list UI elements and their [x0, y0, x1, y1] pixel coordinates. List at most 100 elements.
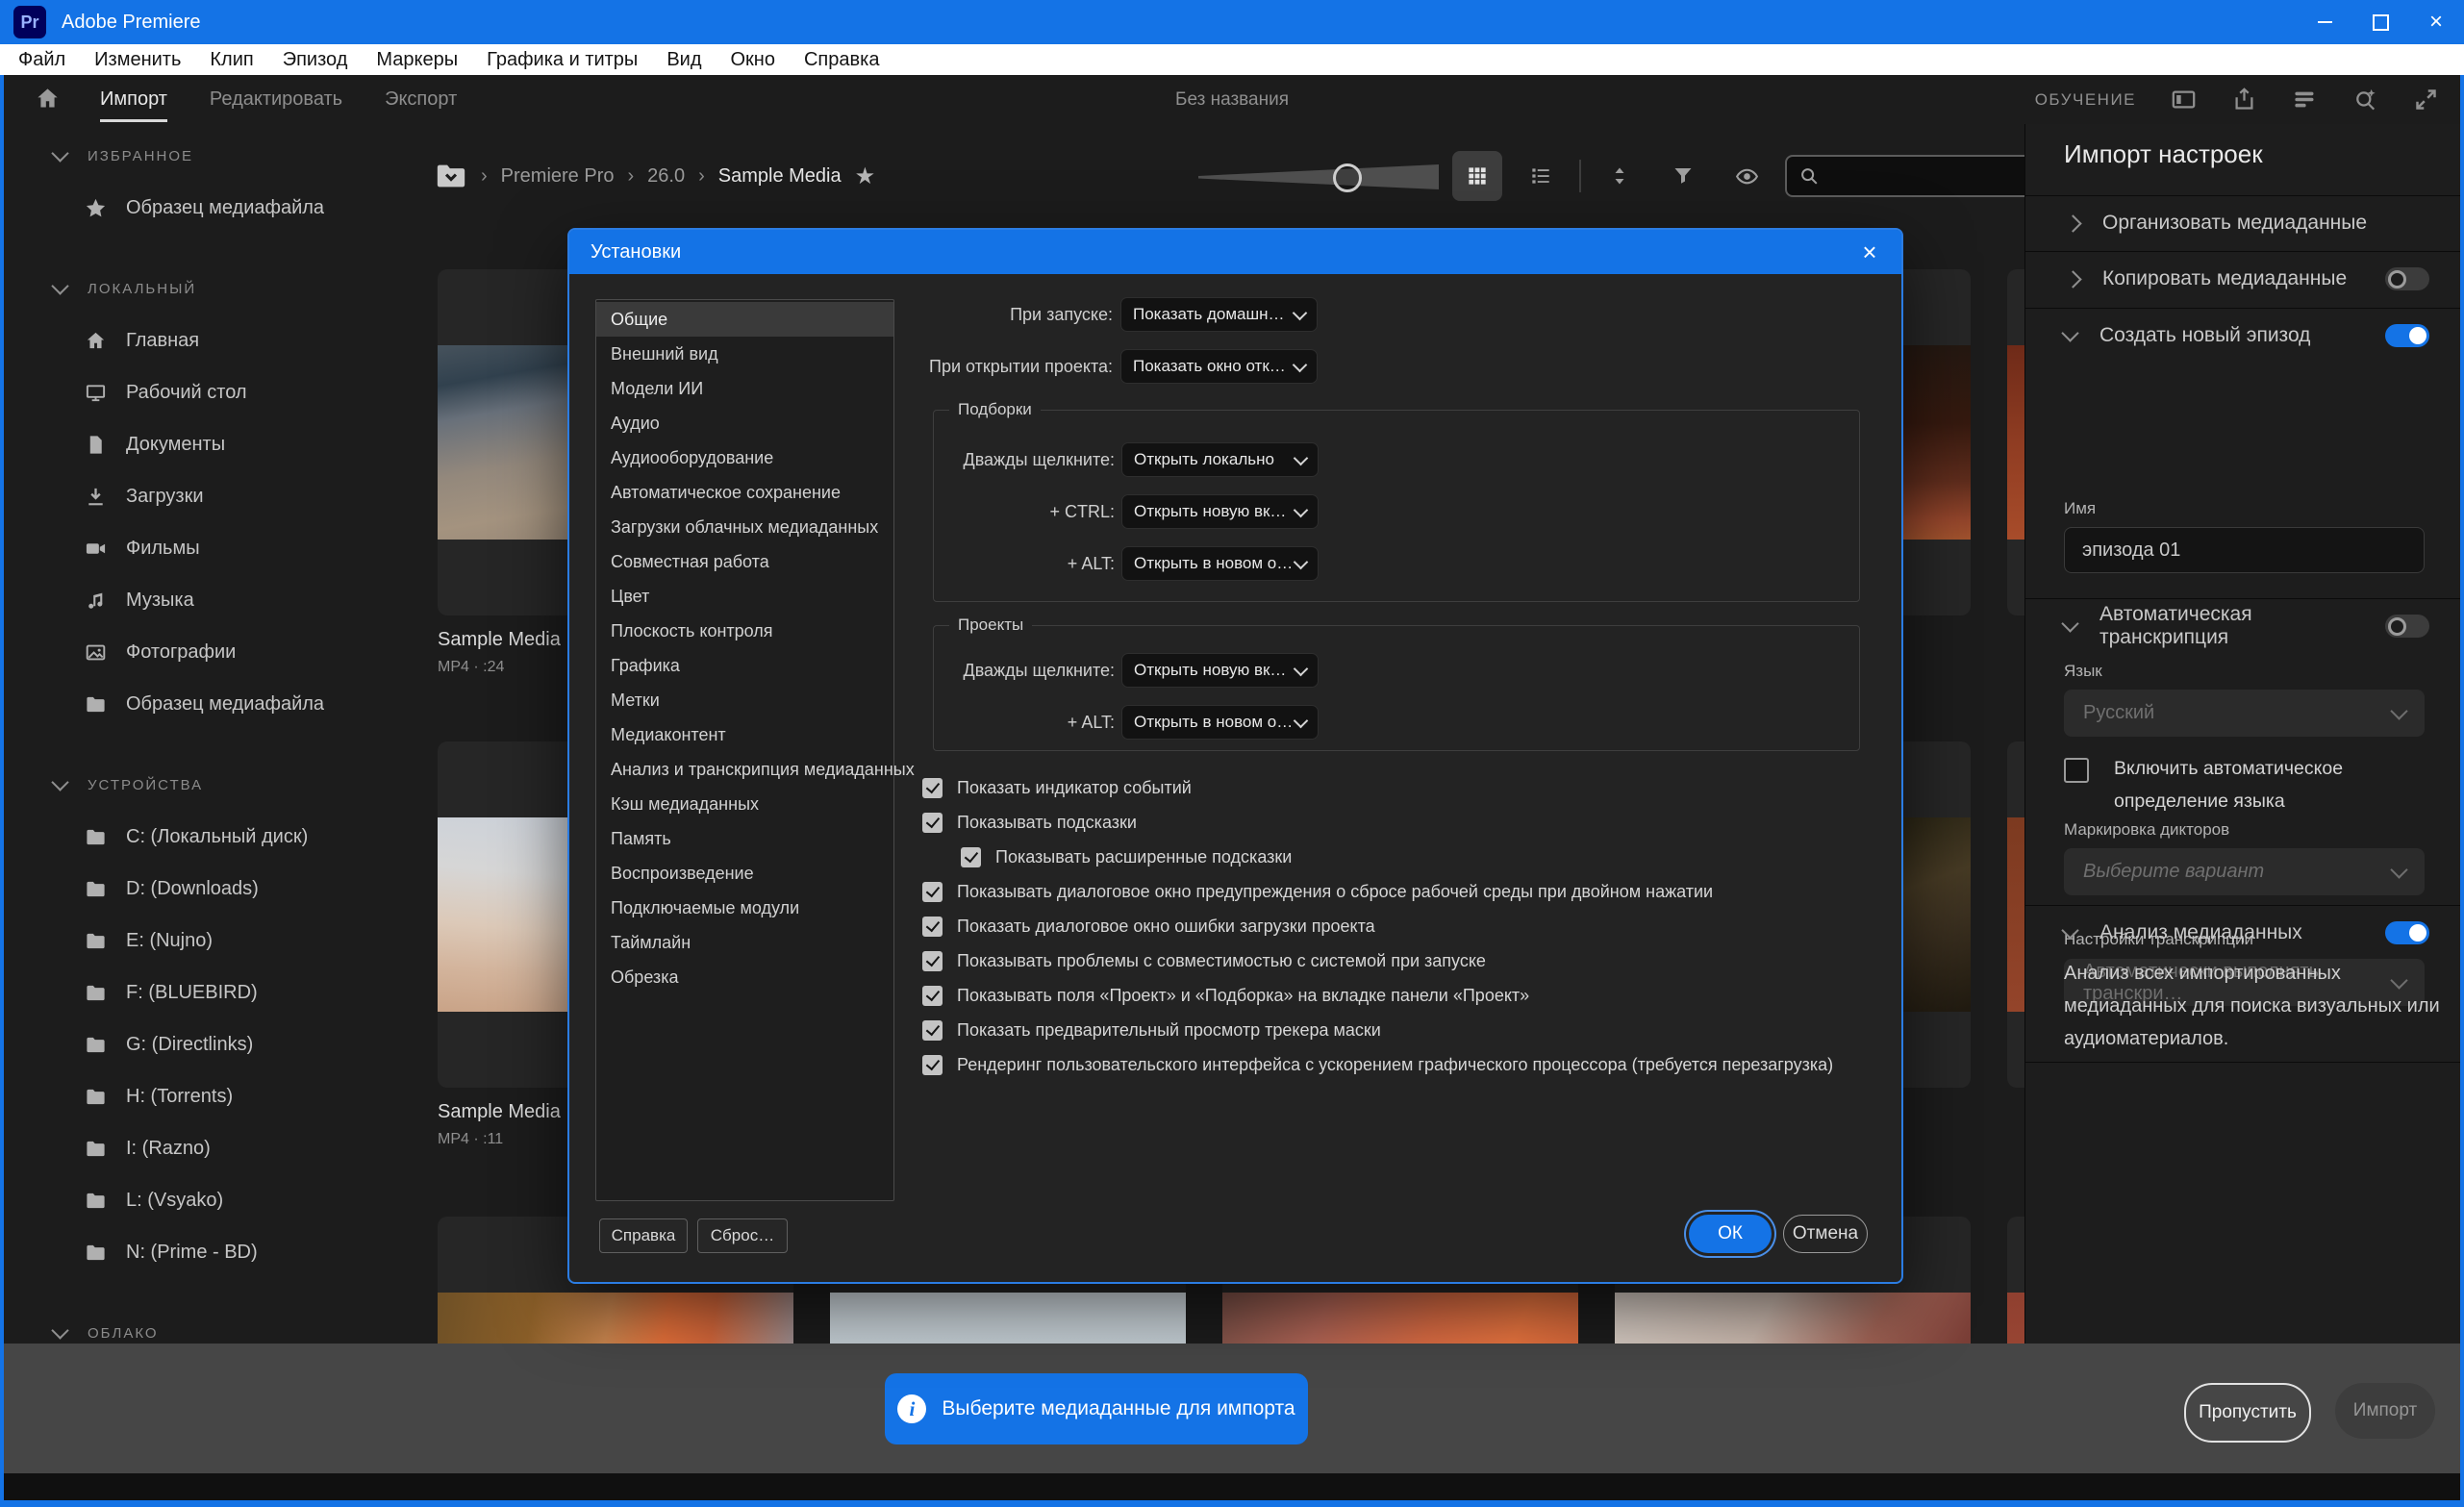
- checkbox-event-indicator[interactable]: Показать индикатор событий: [922, 770, 1192, 805]
- sidebar-item-drive-e[interactable]: E: (Nujno): [4, 915, 423, 967]
- category-plugins[interactable]: Подключаемые модули: [596, 891, 893, 925]
- sidebar-item-movies[interactable]: Фильмы: [4, 522, 423, 574]
- auto-detect-language-checkbox[interactable]: Включить автоматическое определение язык…: [2064, 752, 2424, 817]
- category-cloud-downloads[interactable]: Загрузки облачных медиаданных: [596, 510, 893, 544]
- sidebar-item-drive-f[interactable]: F: (BLUEBIRD): [4, 967, 423, 1018]
- skip-button[interactable]: Пропустить: [2184, 1383, 2311, 1443]
- minimize-button[interactable]: [2297, 0, 2352, 44]
- preview-visibility-button[interactable]: [1722, 151, 1772, 201]
- menu-edit[interactable]: Изменить: [80, 44, 195, 75]
- category-playback[interactable]: Воспроизведение: [596, 856, 893, 891]
- checkbox-workspace-reset-warning[interactable]: Показывать диалоговое окно предупреждени…: [922, 874, 1713, 909]
- startup-dropdown[interactable]: Показать домашн…: [1120, 297, 1318, 332]
- breadcrumb-version[interactable]: 26.0: [647, 165, 685, 188]
- sidebar-section-favorites[interactable]: ИЗБРАННОЕ: [4, 130, 423, 182]
- tab-export[interactable]: Экспорт: [385, 75, 457, 124]
- open-project-dropdown[interactable]: Показать окно отк…: [1120, 349, 1318, 384]
- home-icon[interactable]: [35, 86, 61, 112]
- sidebar-item-drive-c[interactable]: C: (Локальный диск): [4, 811, 423, 863]
- menu-file[interactable]: Файл: [4, 44, 80, 75]
- copy-media-section[interactable]: Копировать медиаданные: [2064, 251, 2429, 307]
- speaker-labeling-select[interactable]: Выберите вариант: [2064, 848, 2425, 895]
- sidebar-item-photos[interactable]: Фотографии: [4, 626, 423, 678]
- share-icon[interactable]: [2231, 87, 2257, 113]
- checkbox-project-bin-fields[interactable]: Показывать поля «Проект» и «Подборка» на…: [922, 978, 1529, 1013]
- auto-transcription-section[interactable]: Автоматическая транскрипция: [2064, 598, 2429, 654]
- category-auto-save[interactable]: Автоматическое сохранение: [596, 475, 893, 510]
- organize-media-section[interactable]: Организовать медиаданные: [2064, 195, 2429, 251]
- thumbnail-zoom-slider[interactable]: [1198, 139, 1439, 213]
- language-select[interactable]: Русский: [2064, 690, 2425, 737]
- projects-alt-dropdown[interactable]: Открыть в новом о…: [1121, 705, 1319, 740]
- sidebar-item-drive-h[interactable]: H: (Torrents): [4, 1070, 423, 1122]
- learn-button[interactable]: ОБУЧЕНИЕ: [2035, 90, 2136, 110]
- category-audio[interactable]: Аудио: [596, 406, 893, 440]
- checkbox-show-tooltips[interactable]: Показывать подсказки: [922, 805, 1137, 840]
- sidebar-item-drive-d[interactable]: D: (Downloads): [4, 863, 423, 915]
- category-media-analysis[interactable]: Анализ и транскрипция медиаданных: [596, 752, 893, 787]
- cancel-button[interactable]: Отмена: [1783, 1215, 1868, 1253]
- maximize-button[interactable]: [2352, 0, 2408, 44]
- breadcrumb-premiere-pro[interactable]: Premiere Pro: [501, 165, 615, 188]
- category-media-cache[interactable]: Кэш медиаданных: [596, 787, 893, 821]
- close-button[interactable]: ×: [2408, 0, 2464, 44]
- checkbox-extended-tooltips[interactable]: Показывать расширенные подсказки: [961, 840, 1292, 874]
- sort-button[interactable]: [1595, 151, 1645, 201]
- folder-chevron-icon[interactable]: [435, 160, 467, 192]
- sidebar-item-desktop[interactable]: Рабочий стол: [4, 366, 423, 418]
- sidebar-item-home[interactable]: Главная: [4, 314, 423, 366]
- media-analysis-section[interactable]: Анализ медиаданных: [2064, 905, 2429, 961]
- category-memory[interactable]: Память: [596, 821, 893, 856]
- menu-window[interactable]: Окно: [717, 44, 790, 75]
- category-trim[interactable]: Обрезка: [596, 960, 893, 994]
- enhanced-search-icon[interactable]: [2352, 87, 2378, 113]
- dialog-close-button[interactable]: ×: [1853, 236, 1886, 268]
- menu-markers[interactable]: Маркеры: [362, 44, 472, 75]
- stacked-panels-icon[interactable]: [2292, 87, 2318, 113]
- menu-sequence[interactable]: Эпизод: [268, 44, 363, 75]
- search-box[interactable]: [1785, 155, 2052, 197]
- grid-view-button[interactable]: [1452, 151, 1502, 201]
- menu-help[interactable]: Справка: [790, 44, 893, 75]
- menu-clip[interactable]: Клип: [195, 44, 267, 75]
- help-button[interactable]: Справка: [599, 1218, 688, 1253]
- category-labels[interactable]: Метки: [596, 683, 893, 717]
- new-sequence-toggle[interactable]: [2385, 324, 2429, 347]
- import-button[interactable]: Импорт: [2335, 1383, 2435, 1439]
- slider-handle[interactable]: [1333, 163, 1362, 192]
- bins-ctrl-dropdown[interactable]: Открыть новую вк…: [1121, 494, 1319, 529]
- checkbox-compatibility-issues[interactable]: Показывать проблемы с совместимостью с с…: [922, 943, 1486, 978]
- search-input[interactable]: [1829, 165, 2025, 188]
- category-audio-hardware[interactable]: Аудиооборудование: [596, 440, 893, 475]
- checkbox-project-load-error[interactable]: Показать диалоговое окно ошибки загрузки…: [922, 909, 1375, 943]
- checkbox-gpu-ui-rendering[interactable]: Рендеринг пользовательского интерфейса с…: [922, 1047, 1833, 1082]
- sidebar-item-drive-l[interactable]: L: (Vsyako): [4, 1174, 423, 1226]
- breadcrumb-sample-media[interactable]: Sample Media: [718, 165, 842, 188]
- new-sequence-section[interactable]: Создать новый эпизод: [2064, 308, 2429, 364]
- sidebar-item-music[interactable]: Музыка: [4, 574, 423, 626]
- sidebar-item-documents[interactable]: Документы: [4, 418, 423, 470]
- sequence-name-input[interactable]: [2064, 527, 2425, 573]
- dialog-titlebar[interactable]: Установки: [569, 230, 1901, 274]
- checkbox-mask-tracker-preview[interactable]: Показать предварительный просмотр трекер…: [922, 1013, 1381, 1047]
- projects-double-click-dropdown[interactable]: Открыть новую вк…: [1121, 653, 1319, 688]
- filter-button[interactable]: [1658, 151, 1708, 201]
- category-media[interactable]: Медиаконтент: [596, 717, 893, 752]
- sidebar-section-local[interactable]: ЛОКАЛЬНЫЙ: [4, 263, 423, 314]
- sidebar-item-drive-g[interactable]: G: (Directlinks): [4, 1018, 423, 1070]
- category-control-surface[interactable]: Плоскость контроля: [596, 614, 893, 648]
- sidebar-item-downloads[interactable]: Загрузки: [4, 470, 423, 522]
- list-view-button[interactable]: [1516, 151, 1566, 201]
- category-timeline[interactable]: Таймлайн: [596, 925, 893, 960]
- sidebar-item-drive-i[interactable]: I: (Razno): [4, 1122, 423, 1174]
- copy-media-toggle[interactable]: [2385, 267, 2429, 290]
- workspace-panel-icon[interactable]: [2171, 87, 2197, 113]
- menu-view[interactable]: Вид: [652, 44, 716, 75]
- favorite-star-icon[interactable]: ★: [855, 163, 876, 190]
- category-color[interactable]: Цвет: [596, 579, 893, 614]
- auto-transcription-toggle[interactable]: [2385, 615, 2429, 638]
- sidebar-section-devices[interactable]: УСТРОЙСТВА: [4, 759, 423, 811]
- tab-import[interactable]: Импорт: [100, 75, 167, 124]
- category-graphics[interactable]: Графика: [596, 648, 893, 683]
- sidebar-item-sample-media-favorite[interactable]: Образец медиафайла: [4, 182, 423, 234]
